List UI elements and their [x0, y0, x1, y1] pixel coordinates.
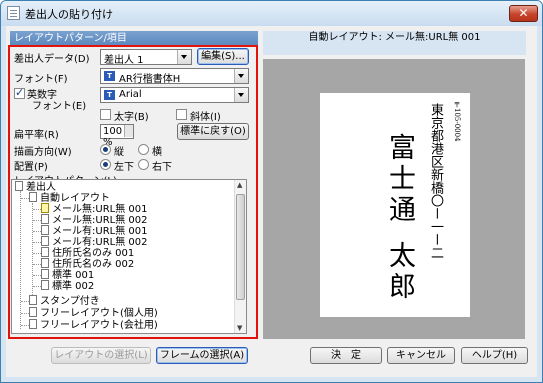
document-icon	[29, 295, 37, 305]
postal-code: 〒105-0004	[453, 101, 461, 142]
alnum-font-checkbox[interactable]	[14, 86, 25, 99]
truetype-icon: T	[104, 90, 115, 100]
direction-horizontal-radio[interactable]	[138, 144, 149, 155]
person-name: 太郎	[384, 241, 415, 303]
postcard-preview: 〒105-0004 東京都港区新橋〇ー一ー二 富士通 太郎	[320, 93, 470, 317]
help-button[interactable]: ヘルプ(H)	[461, 347, 528, 364]
tree-connector	[21, 301, 29, 302]
align-right-bottom-radio[interactable]	[138, 159, 149, 170]
scroll-up-icon[interactable]: ▲	[237, 181, 242, 189]
alnum-font-select[interactable]: T Arial	[100, 87, 249, 103]
document-icon	[41, 280, 49, 290]
bold-checkbox[interactable]	[100, 109, 111, 120]
chevron-down-icon[interactable]	[234, 88, 248, 102]
tree-item-label: フリーレイアウト(個人用)	[40, 308, 158, 319]
reset-button[interactable]: 標準に戻す(O)	[177, 123, 249, 140]
document-icon	[29, 319, 37, 329]
tree-connector	[21, 325, 29, 326]
dialog-body: レイアウトパターン/項目 差出人データ(D) 差出人 1 編集(S)... フォ…	[6, 26, 537, 377]
tree-connector	[33, 275, 41, 276]
document-icon	[41, 258, 49, 268]
tree-connector	[21, 198, 29, 199]
chevron-down-icon[interactable]	[234, 69, 248, 83]
flatness-label: 扁平率(R)	[14, 130, 59, 141]
font-label: フォント(F)	[14, 74, 68, 85]
document-icon	[41, 214, 49, 224]
scroll-down-icon[interactable]: ▼	[237, 324, 242, 332]
italic-label: 斜体(I)	[190, 112, 221, 123]
tree-item-label: フリーレイアウト(会社用)	[40, 320, 158, 331]
preview-area: 〒105-0004 東京都港区新橋〇ー一ー二 富士通 太郎	[263, 59, 525, 339]
edit-button[interactable]: 編集(S)...	[197, 48, 249, 65]
ok-button[interactable]: 決 定	[310, 347, 382, 364]
document-icon	[15, 181, 23, 191]
dialog-window: 差出人の貼り付け ✕ レイアウトパターン/項目 差出人データ(D) 差出人 1 …	[0, 0, 543, 383]
window-title: 差出人の貼り付け	[25, 8, 113, 21]
alnum-label-line2: フォント(E)	[32, 101, 87, 112]
font-select[interactable]: T AR行楷書体H	[100, 68, 249, 85]
chevron-down-icon[interactable]	[177, 50, 191, 64]
tree-item[interactable]: フリーレイアウト(個人用)	[29, 307, 158, 319]
document-icon	[41, 269, 49, 279]
document-icon	[41, 236, 49, 246]
close-button[interactable]: ✕	[509, 5, 538, 22]
tree-connector	[33, 253, 41, 254]
align-left-bottom-radio[interactable]	[100, 159, 111, 170]
tree-item-label: 標準 002	[52, 281, 95, 292]
document-icon	[29, 307, 37, 317]
direction-vertical-radio[interactable]	[100, 144, 111, 155]
truetype-icon: T	[104, 71, 115, 81]
direction-vertical-label: 縦	[114, 147, 124, 158]
tree-item[interactable]: スタンプ付き	[29, 295, 100, 307]
tree-item[interactable]: フリーレイアウト(会社用)	[29, 319, 158, 331]
tree-connector	[33, 209, 41, 210]
tree-connector	[33, 264, 41, 265]
align-left-bottom-label: 左下	[114, 162, 134, 173]
sender-data-select[interactable]: 差出人 1	[100, 49, 192, 66]
scrollbar-thumb[interactable]	[236, 194, 245, 300]
spin-down-icon[interactable]	[124, 131, 133, 137]
sender-data-label: 差出人データ(D)	[14, 54, 90, 65]
tree-item[interactable]: 標準 002	[41, 280, 94, 292]
tree-item-label: スタンプ付き	[40, 296, 100, 307]
tree-connector	[33, 220, 41, 221]
sender-data-value: 差出人 1	[104, 55, 144, 66]
tree-connector	[20, 191, 21, 329]
left-panel-header: レイアウトパターン/項目	[10, 31, 258, 46]
select-layout-button[interactable]: レイアウトの選択(L)	[51, 347, 151, 364]
tree-connector	[33, 242, 41, 243]
align-label: 配置(P)	[14, 162, 48, 173]
app-icon	[7, 6, 20, 20]
right-panel-header: 自動レイアウト: メール無:URL無 001	[263, 31, 526, 55]
layout-pattern-tree[interactable]: 差出人 自動レイアウト メール無:URL無 001 メール無:URL無 002 …	[11, 179, 247, 334]
document-icon	[29, 192, 37, 202]
title-bar: 差出人の貼り付け ✕	[1, 1, 542, 26]
tree-connector	[33, 286, 41, 287]
font-value: AR行楷書体H	[119, 74, 181, 85]
direction-label: 描画方向(W)	[14, 147, 72, 158]
document-icon	[41, 225, 49, 235]
tree-connector	[33, 231, 41, 232]
bold-label: 太字(B)	[114, 112, 149, 123]
direction-horizontal-label: 横	[152, 147, 162, 158]
alnum-font-value: Arial	[119, 89, 142, 100]
tree-connector	[32, 203, 33, 295]
selected-document-icon	[41, 203, 49, 213]
select-frame-button[interactable]: フレームの選択(A)	[156, 347, 248, 364]
tree-scrollbar[interactable]: ▲ ▼	[234, 180, 246, 333]
align-right-bottom-label: 右下	[152, 162, 172, 173]
layout-title: 自動レイアウト: メール無:URL無 001	[308, 32, 481, 43]
tree-connector	[21, 313, 29, 314]
company-name: 富士通	[384, 133, 415, 226]
flatness-spinner[interactable]: 100 %	[100, 124, 134, 148]
cancel-button[interactable]: キャンセル	[387, 347, 455, 364]
address-text: 東京都港区新橋〇ー一ー二	[428, 103, 443, 259]
italic-checkbox[interactable]	[176, 109, 187, 120]
document-icon	[41, 247, 49, 257]
